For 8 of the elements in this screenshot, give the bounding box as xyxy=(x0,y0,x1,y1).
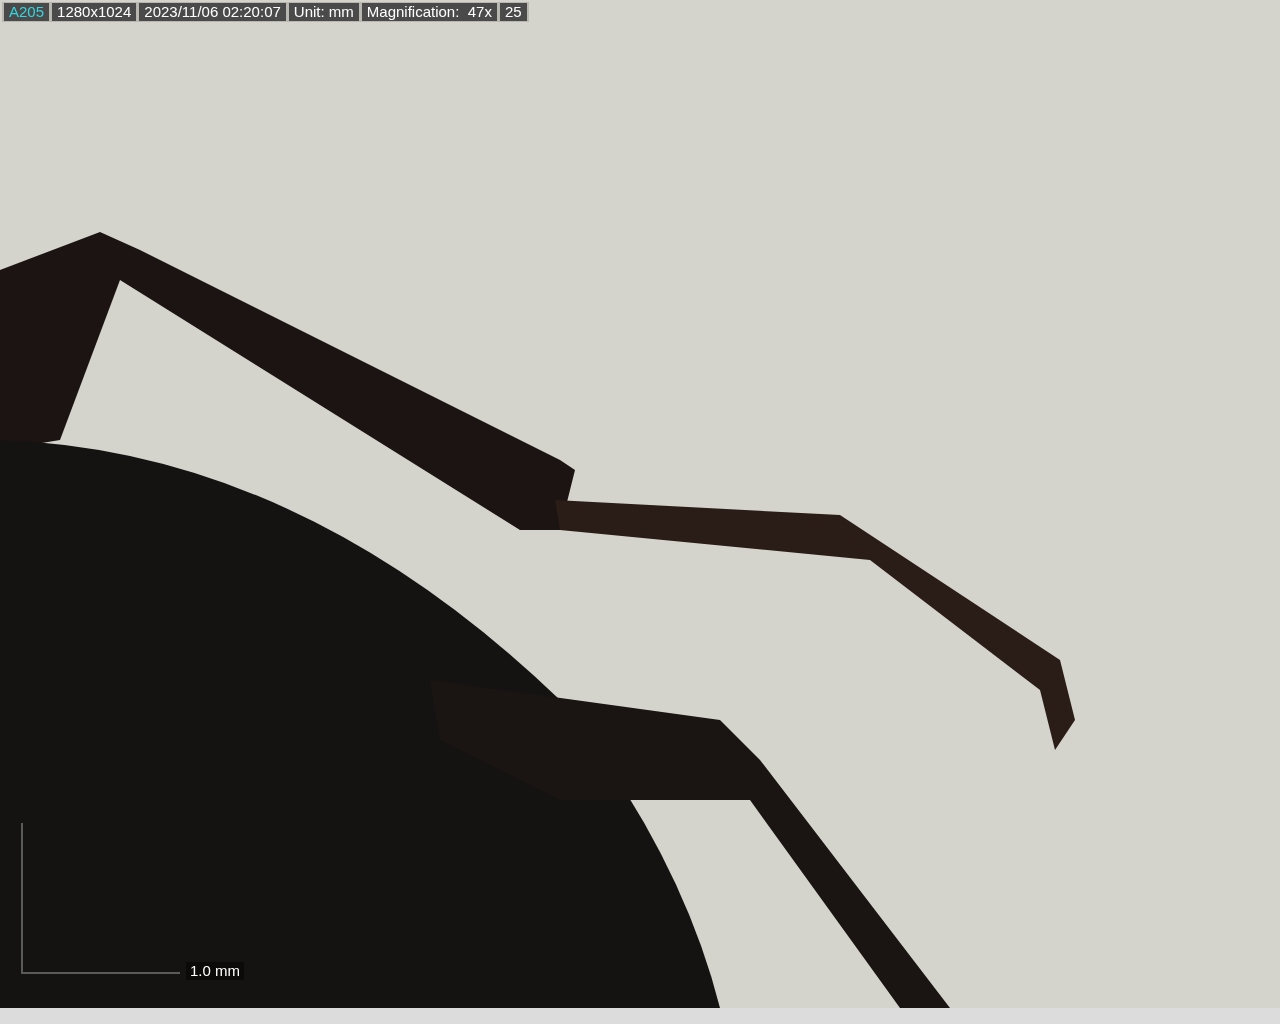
info-label: 2023/11/06 02:20:07 xyxy=(139,3,286,21)
info-label: 1280x1024 xyxy=(52,3,137,21)
info-label: 25 xyxy=(499,3,527,21)
info-label: Magnification: 47x xyxy=(361,3,497,21)
info-label: A205 xyxy=(4,3,50,21)
scale-bar-icon xyxy=(20,823,182,975)
scale-label: 1.0 mm xyxy=(186,962,244,980)
info-label: Unit: mm xyxy=(288,3,359,21)
